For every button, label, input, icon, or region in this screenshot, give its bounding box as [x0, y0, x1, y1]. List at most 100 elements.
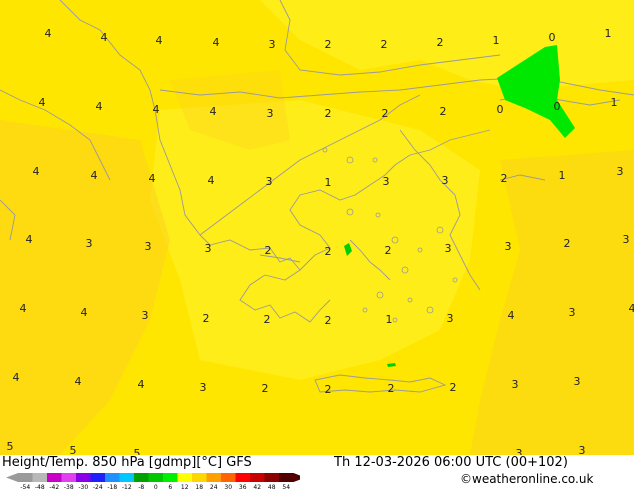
colorbar-tick-label: 0	[154, 484, 158, 490]
temperature-value-label: 2	[264, 313, 271, 326]
temperature-value-label: 4	[149, 172, 156, 185]
colorbar-swatch	[163, 473, 178, 482]
temperature-value-label: 4	[508, 309, 515, 322]
colorbar-tick-label: -18	[107, 484, 117, 490]
colorbar-tick-label: 42	[253, 484, 261, 490]
colorbar-swatch	[206, 473, 221, 482]
temperature-value-label: 4	[75, 375, 82, 388]
colorbar-swatch	[279, 473, 294, 482]
colorbar-tick-label: 48	[268, 484, 276, 490]
colorbar-arrow-left	[6, 473, 18, 482]
temperature-value-label: 3	[442, 174, 449, 187]
temperature-value-label: 3	[579, 444, 586, 455]
temperature-value-label: 2	[325, 383, 332, 396]
temperature-value-label: 4	[96, 100, 103, 113]
temperature-value-label: 1	[605, 27, 612, 40]
temperature-value-label: 0	[554, 100, 561, 113]
temperature-value-label: 3	[269, 38, 276, 51]
colorbar-swatch	[90, 473, 105, 482]
temperature-value-label: 4	[208, 174, 215, 187]
temperature-value-label: 4	[153, 103, 160, 116]
colorbar-swatch	[148, 473, 163, 482]
colorbar-swatch	[264, 473, 279, 482]
colorbar-tick-label: 30	[224, 484, 232, 490]
temperature-value-label: 4	[39, 96, 46, 109]
temperature-value-label: 2	[450, 381, 457, 394]
temperature-value-label: 2	[388, 382, 395, 395]
credit-link[interactable]: ©weatheronline.co.uk	[460, 472, 593, 486]
temperature-value-label: 3	[623, 233, 630, 246]
colorbar-tick-label: 36	[239, 484, 247, 490]
temperature-value-label: 4	[33, 165, 40, 178]
temperature-value-label: 0	[549, 31, 556, 44]
temperature-value-label: 2	[440, 105, 447, 118]
colorbar-tick-label: -30	[78, 484, 88, 490]
temperature-value-label: 3	[266, 175, 273, 188]
temperature-value-label: 3	[512, 378, 519, 391]
temperature-value-label: 1	[325, 176, 332, 189]
colorbar-tick-label: 54	[282, 484, 290, 490]
temperature-value-label: 3	[574, 375, 581, 388]
temperature-value-label: 2	[325, 107, 332, 120]
temperature-value-label: 3	[383, 175, 390, 188]
temperature-value-label: 4	[156, 34, 163, 47]
colorbar-tick-label: -38	[64, 484, 74, 490]
colorbar-tick-label: -42	[49, 484, 59, 490]
temperature-value-label: 0	[497, 103, 504, 116]
temperature-value-label: 4	[13, 371, 20, 384]
temperature-value-label: 1	[386, 313, 393, 326]
temperature-value-label: 4	[101, 31, 108, 44]
temperature-value-label: 5	[134, 447, 141, 455]
colorbar-swatch	[235, 473, 250, 482]
colorbar-swatch	[177, 473, 192, 482]
temperature-value-label: 3	[200, 381, 207, 394]
colorbar-swatch	[221, 473, 236, 482]
weather-map: 4 4 4 4 3 2 2 2 1 0 1 4 4 4 4 3 2 2 2 0 0 1 4 4 4 4 3 1 3 3 2 1 3 4 3 3 3 2 2 2…	[0, 0, 634, 455]
temperature-value-label: 1	[611, 96, 618, 109]
temperature-value-label: 3	[516, 447, 523, 455]
colorbar-tick-label: -48	[35, 484, 45, 490]
temperature-value-label: 2	[262, 382, 269, 395]
temperature-value-label: 2	[203, 312, 210, 325]
temperature-value-label: 3	[447, 312, 454, 325]
temperature-value-label: 4	[26, 233, 33, 246]
colorbar-swatch	[61, 473, 76, 482]
colorbar-legend: -54 -48 -42 -38 -30 -24 -18 -12 -8 0 6 12 18 24 30 36 42…	[6, 473, 300, 490]
colorbar-tick-label: 6	[168, 484, 172, 490]
map-area: 4 4 4 4 3 2 2 2 1 0 1 4 4 4 4 3 2 2 2 0 0 1 4 4 4 4 3 1 3 3 2 1 3 4 3 3 3 2 2 2…	[0, 0, 634, 455]
colorbar-swatch	[250, 473, 265, 482]
temperature-value-label: 2	[382, 107, 389, 120]
temperature-value-label: 3	[205, 242, 212, 255]
temperature-value-label: 4	[81, 306, 88, 319]
colorbar-swatch	[47, 473, 62, 482]
temperature-value-label: 3	[569, 306, 576, 319]
temperature-value-label: 2	[325, 314, 332, 327]
temperature-value-label: 3	[86, 237, 93, 250]
temperature-value-label: 2	[325, 38, 332, 51]
colorbar-swatch	[134, 473, 149, 482]
temperature-value-label: 3	[142, 309, 149, 322]
temperature-value-label: 5	[7, 440, 14, 453]
colorbar-tick-label: 12	[181, 484, 189, 490]
colorbar-swatch	[32, 473, 47, 482]
temperature-value-label: 4	[45, 27, 52, 40]
temperature-value-label: 2	[385, 244, 392, 257]
temperature-value-label: 2	[437, 36, 444, 49]
temperature-value-label: 4	[20, 302, 27, 315]
colorbar-swatch	[76, 473, 91, 482]
valid-datetime: Th 12-03-2026 06:00 UTC (00+102)	[334, 455, 568, 470]
colorbar-tick-label: -24	[93, 484, 103, 490]
colorbar-swatch	[105, 473, 120, 482]
colorbar-tick-label: -8	[138, 484, 144, 490]
temperature-value-label: 5	[70, 444, 77, 455]
temperature-value-label: 3	[145, 240, 152, 253]
colorbar-swatch	[119, 473, 134, 482]
colorbar-swatch	[192, 473, 207, 482]
temperature-value-label: 1	[493, 34, 500, 47]
colorbar-arrow-right	[293, 473, 300, 482]
temperature-value-label: 2	[265, 244, 272, 257]
map-title: Height/Temp. 850 hPa [gdmp][°C] GFS	[2, 455, 252, 470]
colorbar-tick-label: -54	[20, 484, 30, 490]
temperature-value-label: 3	[617, 165, 624, 178]
temperature-value-label: 2	[381, 38, 388, 51]
